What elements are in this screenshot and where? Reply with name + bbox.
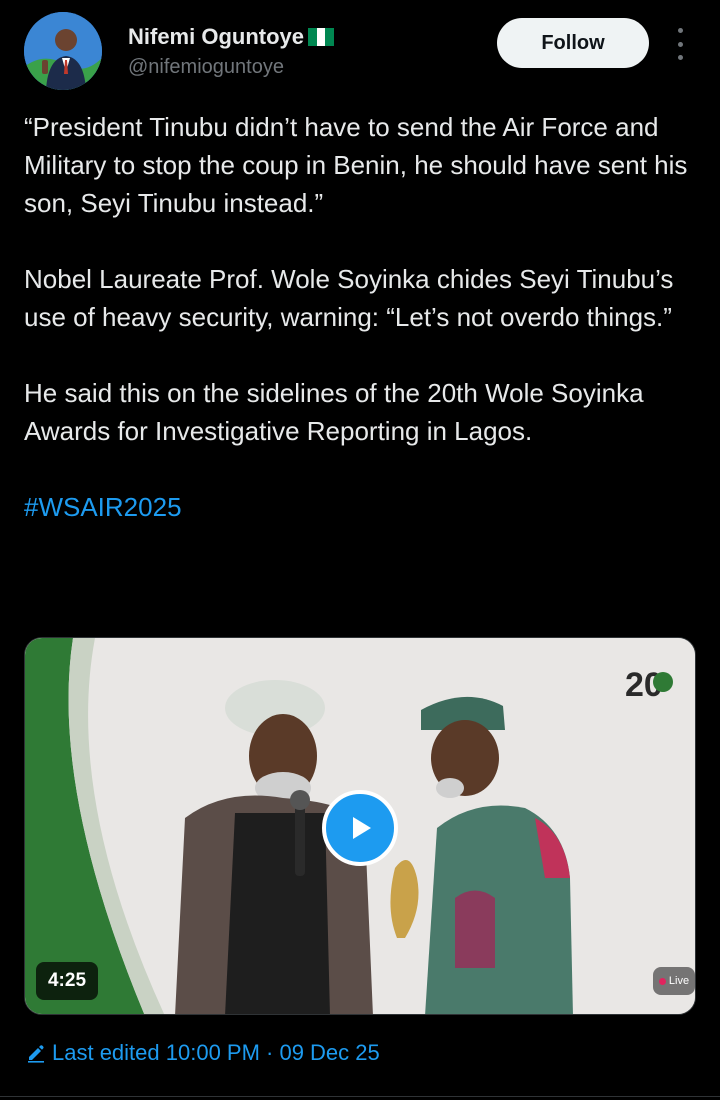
last-edited-link[interactable]: Last edited 10:00 PM · 09 Dec 25 [26, 1040, 380, 1066]
nigeria-flag-icon [308, 28, 335, 46]
live-label: Live [668, 975, 690, 987]
user-names: Nifemi Oguntoye @nifemioguntoye [128, 24, 335, 79]
play-button[interactable] [322, 790, 398, 866]
live-badge: Live [653, 967, 695, 995]
play-icon [353, 817, 371, 839]
hashtag-link[interactable]: #WSAIR2025 [24, 488, 704, 526]
divider [0, 1096, 720, 1097]
last-edited-text: Last edited 10:00 PM · 09 Dec 25 [52, 1040, 380, 1065]
follow-button[interactable]: Follow [497, 18, 649, 68]
video-duration: 4:25 [36, 962, 98, 1000]
tweet-paragraph: “President Tinubu didn’t have to send th… [24, 112, 695, 218]
pencil-icon [28, 1045, 44, 1063]
user-handle[interactable]: @nifemioguntoye [128, 56, 334, 79]
tweet-paragraph: Nobel Laureate Prof. Wole Soyinka chides… [24, 264, 681, 332]
tweet-header: Nifemi Oguntoye @nifemioguntoye Follow [0, 0, 720, 100]
tweet-paragraph: He said this on the sidelines of the 20t… [24, 378, 650, 446]
display-name[interactable]: Nifemi Oguntoye [128, 24, 335, 50]
display-name-text: Nifemi Oguntoye [128, 24, 305, 49]
more-vertical-icon[interactable] [672, 28, 688, 60]
user-avatar[interactable] [24, 12, 102, 90]
live-dot-icon [658, 977, 666, 985]
tweet-text: “President Tinubu didn’t have to send th… [24, 108, 704, 526]
